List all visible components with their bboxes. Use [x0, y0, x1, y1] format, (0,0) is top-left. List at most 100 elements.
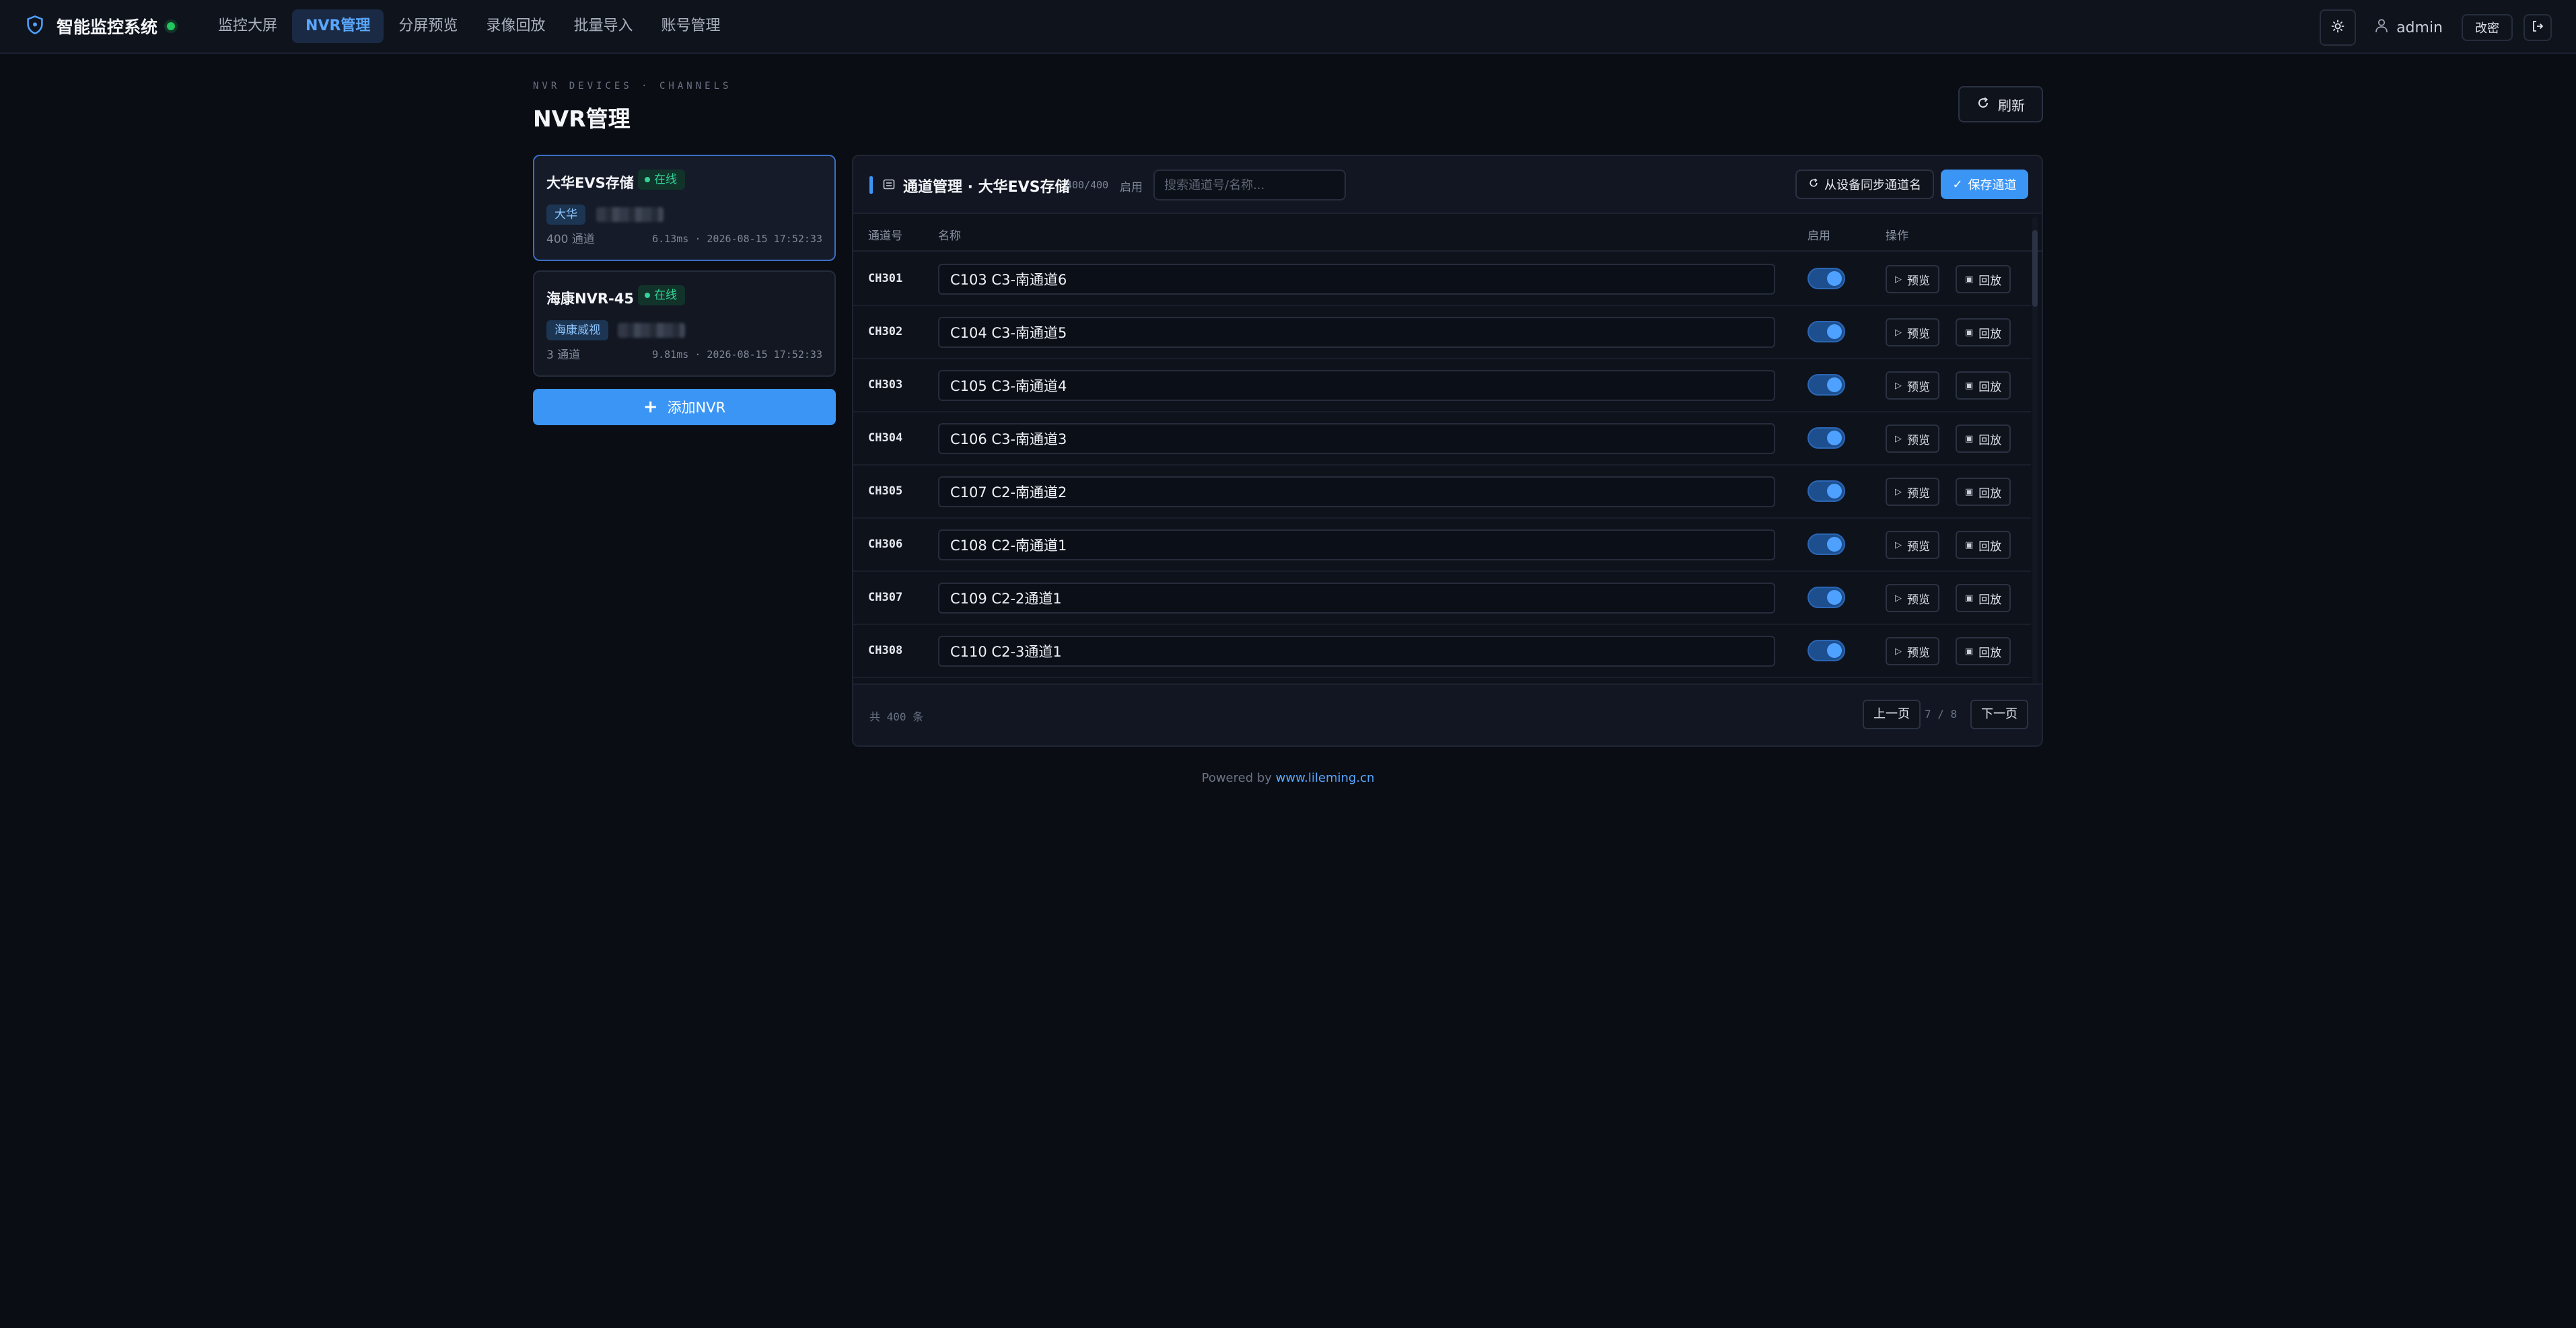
playback-button[interactable]: ▣ 回放	[1956, 584, 2011, 612]
device-name: 大华EVS存储	[546, 175, 634, 191]
table-scrollbar[interactable]	[2032, 217, 2038, 688]
channel-enabled-toggle[interactable]	[1808, 374, 1845, 396]
logout-button[interactable]	[2524, 14, 2552, 41]
accent-bar	[869, 176, 873, 194]
preview-label: 预览	[1907, 274, 1930, 288]
channel-panel-header: 通道管理 · 大华EVS存储 400/400 启用 从设备同步通道名 ✓ 保存通…	[853, 156, 2042, 214]
nav-item-accounts[interactable]: 账号管理	[647, 9, 734, 43]
preview-button[interactable]: ▷ 预览	[1886, 478, 1939, 506]
add-nvr-button[interactable]: + 添加NVR	[533, 389, 836, 425]
playback-button[interactable]: ▣ 回放	[1956, 265, 2011, 293]
channel-enabled-toggle[interactable]	[1808, 587, 1845, 608]
theme-toggle-button[interactable]	[2320, 9, 2357, 46]
preview-label: 预览	[1907, 540, 1930, 554]
preview-button[interactable]: ▷ 预览	[1886, 637, 1939, 665]
channel-name-input[interactable]	[938, 476, 1775, 507]
channel-name-input[interactable]	[938, 423, 1775, 454]
preview-button[interactable]: ▷ 预览	[1886, 318, 1939, 346]
channel-enabled-toggle[interactable]	[1808, 533, 1845, 555]
table-row: CH301 ▷ 预览 ▣ 回放	[853, 253, 2031, 306]
playback-label: 回放	[1978, 540, 2002, 554]
preview-button[interactable]: ▷ 预览	[1886, 425, 1939, 453]
playback-label: 回放	[1978, 327, 2002, 341]
preview-button[interactable]: ▷ 预览	[1886, 371, 1939, 400]
preview-label: 预览	[1907, 380, 1930, 394]
change-password-button[interactable]: 改密	[2462, 14, 2513, 41]
channel-search-input[interactable]	[1153, 170, 1346, 200]
preview-button[interactable]: ▷ 预览	[1886, 584, 1939, 612]
preview-button[interactable]: ▷ 预览	[1886, 531, 1939, 559]
play-icon: ▷	[1895, 593, 1902, 603]
check-icon: ✓	[1952, 177, 1963, 192]
next-page-button[interactable]: 下一页	[1970, 700, 2028, 729]
column-header-id: 通道号	[868, 229, 902, 243]
channel-name-input[interactable]	[938, 317, 1775, 348]
scrollbar-thumb[interactable]	[2032, 230, 2038, 307]
device-channel-count: 3 通道	[546, 348, 581, 362]
device-name: 海康NVR-45	[546, 291, 634, 307]
preview-label: 预览	[1907, 327, 1930, 341]
channel-name-input[interactable]	[938, 583, 1775, 614]
channel-id: CH304	[868, 431, 903, 445]
page-indicator: 7 / 8	[1925, 708, 1958, 721]
channel-id: CH307	[868, 591, 903, 604]
play-icon: ▷	[1895, 433, 1902, 444]
top-bar: 智能监控系统 监控大屏 NVR管理 分屏预览 录像回放 批量导入 账号管理 ad…	[0, 0, 2576, 54]
playback-button[interactable]: ▣ 回放	[1956, 425, 2011, 453]
channel-name-input[interactable]	[938, 636, 1775, 667]
nav-item-playback[interactable]: 录像回放	[472, 9, 559, 43]
current-user[interactable]: admin	[2375, 18, 2443, 37]
sync-label: 从设备同步通道名	[1824, 178, 1921, 192]
logout-icon	[2532, 20, 2544, 35]
playback-button[interactable]: ▣ 回放	[1956, 318, 2011, 346]
add-nvr-label: 添加NVR	[667, 400, 726, 416]
nav-item-split-preview[interactable]: 分屏预览	[385, 9, 471, 43]
film-icon: ▣	[1965, 646, 1974, 657]
device-card-hikvision[interactable]: 海康NVR-45 在线 海康威视 3 通道 9.81ms · 2026-08-1…	[533, 270, 836, 377]
refresh-icon	[1976, 96, 1998, 113]
play-icon: ▷	[1895, 540, 1902, 550]
film-icon: ▣	[1965, 593, 1974, 603]
prev-page-button[interactable]: 上一页	[1863, 700, 1921, 729]
brand[interactable]: 智能监控系统	[26, 14, 176, 38]
channel-name-input[interactable]	[938, 264, 1775, 295]
playback-button[interactable]: ▣ 回放	[1956, 531, 2011, 559]
page-title: NVR管理	[533, 106, 631, 132]
channel-id: CH301	[868, 272, 903, 285]
page-subtitle: NVR DEVICES · CHANNELS	[533, 81, 732, 91]
channel-count: 400/400	[1066, 179, 1109, 191]
brand-badge: 海康威视	[546, 320, 608, 340]
preview-label: 预览	[1907, 486, 1930, 501]
sync-channel-names-button[interactable]: 从设备同步通道名	[1795, 170, 1934, 199]
preview-button[interactable]: ▷ 预览	[1886, 265, 1939, 293]
nav-item-dashboard[interactable]: 监控大屏	[205, 9, 291, 43]
playback-button[interactable]: ▣ 回放	[1956, 371, 2011, 400]
refresh-button[interactable]: 刷新	[1958, 86, 2043, 122]
device-card-dahua[interactable]: 大华EVS存储 在线 大华 400 通道 6.13ms · 2026-08-15…	[533, 155, 836, 261]
channel-name-input[interactable]	[938, 529, 1775, 560]
play-icon: ▷	[1895, 327, 1902, 338]
save-channels-button[interactable]: ✓ 保存通道	[1941, 170, 2028, 199]
channel-enabled-toggle[interactable]	[1808, 480, 1845, 502]
pagination-bar: 共 400 条 上一页 7 / 8 下一页	[853, 684, 2042, 745]
nav-item-nvr[interactable]: NVR管理	[292, 9, 384, 43]
footer-link[interactable]: www.lileming.cn	[1276, 771, 1375, 785]
playback-button[interactable]: ▣ 回放	[1956, 478, 2011, 506]
table-header: 通道号 名称 启用 操作	[853, 215, 2042, 252]
playback-label: 回放	[1978, 486, 2002, 501]
table-row: CH307 ▷ 预览 ▣ 回放	[853, 572, 2031, 625]
channel-enabled-toggle[interactable]	[1808, 427, 1845, 449]
play-icon: ▷	[1895, 380, 1902, 391]
channel-enabled-toggle[interactable]	[1808, 640, 1845, 661]
playback-button[interactable]: ▣ 回放	[1956, 637, 2011, 665]
channel-enabled-toggle[interactable]	[1808, 268, 1845, 289]
footer-prefix: Powered by	[1201, 771, 1272, 785]
channel-enabled-toggle[interactable]	[1808, 321, 1845, 342]
device-channel-count: 400 通道	[546, 233, 595, 246]
column-header-name: 名称	[938, 229, 961, 243]
username: admin	[2396, 19, 2443, 36]
preview-label: 预览	[1907, 433, 1930, 447]
table-row	[853, 678, 2031, 682]
nav-item-batch-import[interactable]: 批量导入	[560, 9, 646, 43]
channel-name-input[interactable]	[938, 370, 1775, 401]
